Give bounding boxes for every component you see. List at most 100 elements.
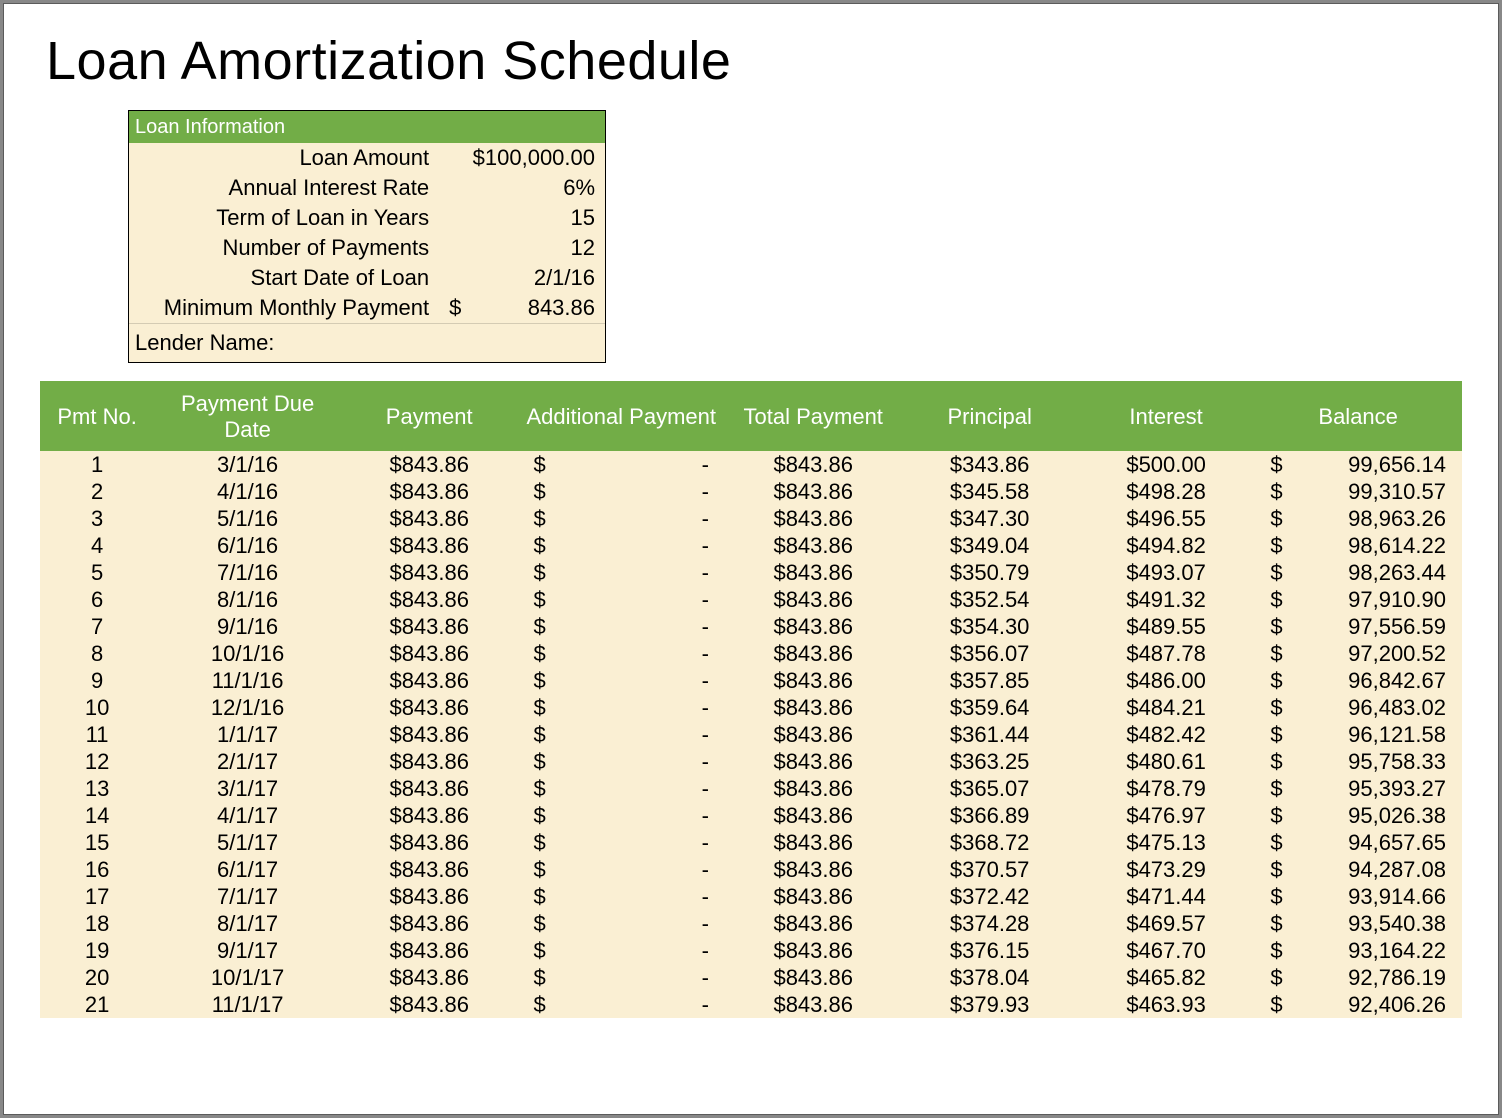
cell-pmt-no: 1	[40, 451, 154, 478]
cell-additional-value: -	[563, 613, 725, 640]
cell-payment: $843.86	[341, 559, 517, 586]
cell-total-payment: $843.86	[725, 721, 901, 748]
cell-additional-value: -	[563, 856, 725, 883]
cell-balance-value: 99,656.14	[1300, 451, 1462, 478]
cell-pmt-no: 7	[40, 613, 154, 640]
cell-principal: $349.04	[901, 532, 1077, 559]
cell-balance-value: 93,540.38	[1300, 910, 1462, 937]
col-payment: Payment	[341, 381, 517, 451]
cell-total-payment: $843.86	[725, 667, 901, 694]
loan-info-header: Loan Information	[129, 111, 605, 143]
cell-additional-value: -	[563, 451, 725, 478]
info-value: 2/1/16	[439, 263, 605, 293]
table-row: 79/1/16$843.86$-$843.86$354.30$489.55$97…	[40, 613, 1462, 640]
cell-balance-symbol: $	[1254, 532, 1300, 559]
cell-principal: $372.42	[901, 883, 1077, 910]
cell-additional-value: -	[563, 748, 725, 775]
cell-due-date: 6/1/16	[154, 532, 341, 559]
cell-interest: $487.78	[1078, 640, 1254, 667]
cell-pmt-no: 9	[40, 667, 154, 694]
cell-payment: $843.86	[341, 748, 517, 775]
cell-principal: $357.85	[901, 667, 1077, 694]
cell-balance-symbol: $	[1254, 694, 1300, 721]
cell-balance-symbol: $	[1254, 559, 1300, 586]
cell-additional-symbol: $	[517, 640, 563, 667]
cell-total-payment: $843.86	[725, 532, 901, 559]
cell-interest: $491.32	[1078, 586, 1254, 613]
table-row: 1012/1/16$843.86$-$843.86$359.64$484.21$…	[40, 694, 1462, 721]
cell-due-date: 11/1/16	[154, 667, 341, 694]
cell-interest: $469.57	[1078, 910, 1254, 937]
cell-balance-symbol: $	[1254, 775, 1300, 802]
cell-total-payment: $843.86	[725, 856, 901, 883]
cell-total-payment: $843.86	[725, 883, 901, 910]
table-row: 2010/1/17$843.86$-$843.86$378.04$465.82$…	[40, 964, 1462, 991]
col-additional-payment: Additional Payment	[517, 381, 725, 451]
table-row: 810/1/16$843.86$-$843.86$356.07$487.78$9…	[40, 640, 1462, 667]
cell-additional-symbol: $	[517, 451, 563, 478]
col-interest: Interest	[1078, 381, 1254, 451]
cell-balance-symbol: $	[1254, 451, 1300, 478]
cell-balance-value: 97,910.90	[1300, 586, 1462, 613]
info-value: 12	[439, 233, 605, 263]
cell-balance-value: 98,263.44	[1300, 559, 1462, 586]
cell-interest: $476.97	[1078, 802, 1254, 829]
cell-due-date: 8/1/17	[154, 910, 341, 937]
cell-due-date: 11/1/17	[154, 991, 341, 1018]
cell-balance-value: 98,963.26	[1300, 505, 1462, 532]
cell-balance-symbol: $	[1254, 883, 1300, 910]
cell-additional-value: -	[563, 667, 725, 694]
cell-balance-value: 95,758.33	[1300, 748, 1462, 775]
cell-due-date: 9/1/16	[154, 613, 341, 640]
cell-interest: $493.07	[1078, 559, 1254, 586]
cell-payment: $843.86	[341, 451, 517, 478]
cell-pmt-no: 4	[40, 532, 154, 559]
lender-name-label: Lender Name:	[129, 323, 605, 362]
cell-balance-value: 92,786.19	[1300, 964, 1462, 991]
cell-total-payment: $843.86	[725, 775, 901, 802]
info-value: $100,000.00	[439, 143, 605, 173]
col-due-date: Payment Due Date	[154, 381, 341, 451]
cell-total-payment: $843.86	[725, 640, 901, 667]
info-label: Minimum Monthly Payment	[129, 293, 439, 323]
table-row: 68/1/16$843.86$-$843.86$352.54$491.32$97…	[40, 586, 1462, 613]
cell-payment: $843.86	[341, 721, 517, 748]
cell-balance-value: 95,393.27	[1300, 775, 1462, 802]
cell-additional-symbol: $	[517, 478, 563, 505]
cell-additional-symbol: $	[517, 748, 563, 775]
cell-balance-value: 96,842.67	[1300, 667, 1462, 694]
cell-principal: $359.64	[901, 694, 1077, 721]
cell-principal: $354.30	[901, 613, 1077, 640]
cell-principal: $350.79	[901, 559, 1077, 586]
cell-additional-symbol: $	[517, 559, 563, 586]
cell-payment: $843.86	[341, 775, 517, 802]
cell-balance-value: 99,310.57	[1300, 478, 1462, 505]
cell-due-date: 3/1/16	[154, 451, 341, 478]
cell-principal: $343.86	[901, 451, 1077, 478]
cell-total-payment: $843.86	[725, 559, 901, 586]
cell-balance-symbol: $	[1254, 829, 1300, 856]
cell-balance-symbol: $	[1254, 721, 1300, 748]
table-row: 35/1/16$843.86$-$843.86$347.30$496.55$98…	[40, 505, 1462, 532]
cell-balance-value: 94,287.08	[1300, 856, 1462, 883]
cell-due-date: 1/1/17	[154, 721, 341, 748]
cell-principal: $378.04	[901, 964, 1077, 991]
cell-interest: $467.70	[1078, 937, 1254, 964]
cell-payment: $843.86	[341, 505, 517, 532]
cell-principal: $361.44	[901, 721, 1077, 748]
cell-pmt-no: 20	[40, 964, 154, 991]
cell-due-date: 5/1/16	[154, 505, 341, 532]
cell-payment: $843.86	[341, 883, 517, 910]
cell-balance-value: 94,657.65	[1300, 829, 1462, 856]
cell-total-payment: $843.86	[725, 910, 901, 937]
cell-pmt-no: 14	[40, 802, 154, 829]
cell-total-payment: $843.86	[725, 991, 901, 1018]
cell-total-payment: $843.86	[725, 478, 901, 505]
cell-interest: $475.13	[1078, 829, 1254, 856]
cell-additional-symbol: $	[517, 883, 563, 910]
table-row: 2111/1/17$843.86$-$843.86$379.93$463.93$…	[40, 991, 1462, 1018]
info-label: Loan Amount	[129, 143, 439, 173]
cell-balance-value: 95,026.38	[1300, 802, 1462, 829]
cell-balance-value: 93,914.66	[1300, 883, 1462, 910]
cell-interest: $463.93	[1078, 991, 1254, 1018]
